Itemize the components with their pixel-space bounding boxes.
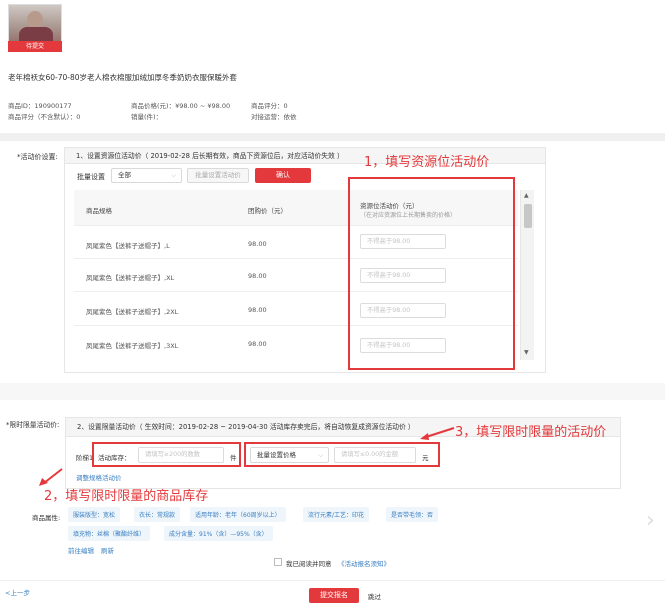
attribute-tag: 服装版型：宽松 <box>68 507 121 522</box>
product-operator: 对接运营：依依 <box>251 113 297 121</box>
attribute-tag: 适用年龄：老年（60周岁以上） <box>190 507 286 522</box>
skip-link[interactable]: 跳过 <box>368 591 381 601</box>
product-title: 老年棉袄女60-70-80岁老人棉衣棉服加绒加厚冬季奶奶衣服保暖外套 <box>8 73 238 82</box>
annotation-3: 3，填写限时限量的活动价 <box>455 425 607 440</box>
batch-spec-select[interactable]: 全部 ⌵ <box>111 168 182 183</box>
limited-price-label: *限时限量活动价: <box>6 421 60 429</box>
product-price: 商品价格(元)：¥98.00 ~ ¥98.00 <box>131 102 231 110</box>
thumbnail-status-button[interactable]: 待提交 <box>8 41 62 52</box>
col-group-price: 团购价（元） <box>248 207 287 215</box>
footer-divider <box>0 580 665 581</box>
product-id: 商品ID：190900177 <box>8 102 72 110</box>
arrow-right-icon <box>39 468 63 486</box>
stage-label: 阶梯1 <box>76 454 94 462</box>
col-spec: 商品规格 <box>86 207 112 215</box>
prev-step-link[interactable]: <上一步 <box>5 587 30 597</box>
product-rating-nodefault: 商品评分（不含默认）：0 <box>8 113 81 121</box>
row-spec: 凤尾紫色【送裤子送帽子】,2XL <box>86 308 179 316</box>
row-price: 98.00 <box>248 306 267 314</box>
attribute-tag: 成分含量：91%（含）—95%（含） <box>164 526 273 541</box>
confirm-button[interactable]: 确认 <box>255 168 311 183</box>
row-spec: 凤尾紫色【送裤子送帽子】,L <box>86 242 170 250</box>
checkbox-icon[interactable] <box>274 558 282 566</box>
attribute-tag: 填充物：丝棉（聚酯纤维） <box>68 526 151 541</box>
attribute-tag: 是否带毛领：否 <box>386 507 439 522</box>
annotation-2: 2，填写限时限量的商品库存 <box>44 489 209 504</box>
section-gap <box>0 383 665 400</box>
section-divider <box>0 133 665 141</box>
batch-price-input[interactable]: 批量设置活动价 <box>187 168 249 183</box>
row-spec: 凤尾紫色【送裤子送帽子】,3XL <box>86 342 179 350</box>
submit-button[interactable]: 提交报名 <box>309 588 359 603</box>
scroll-down-icon[interactable]: ▼ <box>524 349 529 356</box>
row-spec: 凤尾紫色【送裤子送帽子】,XL <box>86 274 175 282</box>
product-sales: 销量(件)： <box>131 113 163 121</box>
edit-link[interactable]: 前往编辑 <box>68 545 94 555</box>
refresh-link[interactable]: 刷新 <box>101 545 114 555</box>
attribute-tag: 流行元素/工艺：印花 <box>303 507 370 522</box>
next-arrow-icon[interactable]: › <box>646 508 655 533</box>
scroll-up-icon[interactable]: ▲ <box>524 192 529 199</box>
row-price: 98.00 <box>248 240 267 248</box>
scrollbar-thumb[interactable] <box>524 204 532 228</box>
row-price: 98.00 <box>248 340 267 348</box>
agree-text: 我已阅读并同意 <box>286 560 332 568</box>
adjust-spec-price-link[interactable]: 调整规格活动价 <box>76 472 122 482</box>
agree-link[interactable]: 《活动报名须知》 <box>338 558 390 568</box>
attribute-tag: 衣长：常规款 <box>134 507 181 522</box>
product-rating: 商品评分：0 <box>251 102 288 110</box>
arrow-right-icon <box>420 427 455 440</box>
highlight-activity-price <box>244 442 440 467</box>
chevron-down-icon: ⌵ <box>171 171 176 179</box>
annotation-1: 1，填写资源位活动价 <box>364 155 490 170</box>
batch-spec-select-value: 全部 <box>118 171 131 179</box>
row-price: 98.00 <box>248 272 267 280</box>
activity-price-label: *活动价设置: <box>17 153 58 161</box>
attributes-label: 商品属性: <box>32 514 61 522</box>
highlight-resource-price <box>348 177 515 370</box>
product-header <box>0 0 665 133</box>
table-scrollbar[interactable]: ▲ ▼ <box>520 190 534 360</box>
highlight-stock <box>92 442 241 467</box>
batch-label: 批量设置 <box>77 173 105 181</box>
